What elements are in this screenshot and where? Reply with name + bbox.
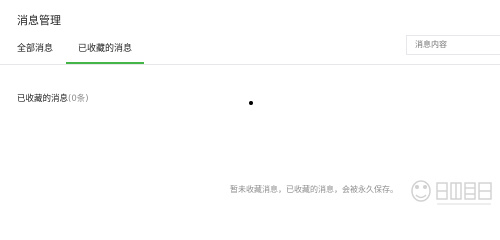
message-management-page: 消息管理 全部消息 已收藏的消息 已收藏的消息(0条) 暂未收藏消息，已收藏的消… [0,0,500,217]
tab-all-messages[interactable]: 全部消息 [17,42,53,64]
section-title: 已收藏的消息(0条) [17,92,89,104]
tab-bar: 全部消息 已收藏的消息 [17,42,145,64]
header-divider [0,64,500,65]
page-title: 消息管理 [17,14,61,27]
search-input[interactable] [415,40,495,49]
baidu-jingyan-watermark-icon [411,180,492,205]
tab-favorited-messages[interactable]: 已收藏的消息 [66,42,145,64]
section-title-label: 已收藏的消息 [17,94,69,104]
search-field[interactable] [406,35,500,55]
empty-state-message: 暂未收藏消息，已收藏的消息，会被永久保存。 [230,185,398,194]
section-count: (0条) [68,94,89,104]
cursor-dot [249,101,253,105]
